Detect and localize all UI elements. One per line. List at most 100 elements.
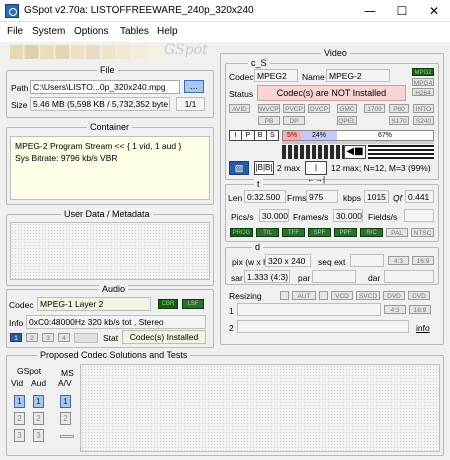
pal-indicator: PAL xyxy=(386,228,408,237)
codec-subgroup-title: c_S xyxy=(248,58,270,68)
b-frame-segment: 24% xyxy=(301,131,337,140)
vid-solution-3[interactable]: 3 xyxy=(14,429,25,442)
sar-label: sar xyxy=(231,273,243,283)
rc-indicator: R/C xyxy=(360,228,383,237)
file-group-title: File xyxy=(97,65,118,75)
resize-svcd-button: SVCD xyxy=(356,291,380,300)
len-label: Len xyxy=(228,193,243,203)
resizing-label: Resizing xyxy=(229,291,262,301)
seq-ext-label: seq ext xyxy=(318,257,346,267)
frames-label: Frames/s xyxy=(293,212,329,222)
resize-aut-button: AUT xyxy=(292,291,316,300)
window-title: GSpot v2.70a: LISTOFFREEWARE_240p_320x24… xyxy=(24,5,254,16)
audio-track-blank xyxy=(74,333,98,343)
frame-distribution-underline xyxy=(282,141,434,144)
tl-indicator: T/L xyxy=(256,228,279,237)
kbps-field: 1015 xyxy=(364,190,389,203)
userdata-area xyxy=(10,222,210,280)
menu-file[interactable]: File xyxy=(7,26,23,37)
logo-strip xyxy=(10,45,164,59)
resize-row-2-field xyxy=(237,320,409,333)
prog-indicator: PROG xyxy=(230,228,253,237)
menu-tables[interactable]: Tables xyxy=(120,26,149,37)
menu-help[interactable]: Help xyxy=(157,26,178,37)
dar-label: dar xyxy=(368,273,381,283)
s170-button: S170 xyxy=(389,116,409,125)
frame-p-label: P xyxy=(242,131,255,140)
audio-stat-label: Stat xyxy=(103,333,119,343)
av-solution-1[interactable]: 1 xyxy=(60,395,71,408)
cbr-indicator: CBR xyxy=(158,299,178,309)
tff-indicator: TFF xyxy=(282,228,305,237)
aud-solution-1[interactable]: 1 xyxy=(33,395,44,408)
menu-system[interactable]: System xyxy=(32,26,65,37)
audio-track-3-button[interactable]: 3 xyxy=(42,333,54,342)
gop-structure: 12 max; N=12, M=3 (99%) xyxy=(331,163,431,173)
gspot-logo: GSpot xyxy=(164,42,208,58)
i-frame-segment: 67% xyxy=(337,131,433,140)
fields-field xyxy=(404,209,434,222)
audio-info-label: Info xyxy=(9,318,24,328)
audio-track-2-button[interactable]: 2 xyxy=(26,333,38,342)
aud-solution-3[interactable]: 3 xyxy=(33,429,44,442)
container-line-2: Sys Bitrate: 9796 kb/s VBR xyxy=(15,153,118,163)
p80-button: P80 xyxy=(389,104,409,113)
pics-label: Pics/s xyxy=(231,212,254,222)
bitrate-graph-right xyxy=(368,145,434,159)
info-link[interactable]: info xyxy=(416,322,430,334)
resize-vcd-button: VCD xyxy=(331,291,353,300)
vid-solution-2[interactable]: 2 xyxy=(14,412,25,425)
dvcp-button: DVCP xyxy=(308,104,330,113)
audio-track-1-button[interactable]: 1 xyxy=(10,333,22,342)
pix-field: 320 x 240 xyxy=(265,254,311,267)
close-button[interactable]: ✕ xyxy=(418,0,450,22)
avid-button: AVID xyxy=(229,104,250,113)
video-name-label: Name xyxy=(302,72,325,82)
video-group-title: Video xyxy=(321,48,350,58)
lsf-indicator: LSF xyxy=(182,299,204,309)
spf-indicator: SPF xyxy=(308,228,331,237)
menu-bar: File System Options Tables Help xyxy=(0,22,450,42)
aud-label: Aud xyxy=(31,378,47,388)
minimize-button[interactable]: — xyxy=(354,0,386,22)
audio-track-4-button[interactable]: 4 xyxy=(58,333,70,342)
vid-label: Vid xyxy=(11,378,24,388)
into-button: INTO xyxy=(413,104,434,113)
audio-stat-field: Codec(s) Installed xyxy=(122,330,206,344)
gop-icon: ▨ xyxy=(229,161,249,175)
vid-solution-1[interactable]: 1 xyxy=(14,395,25,408)
frame-type-legend: I P B S xyxy=(229,130,279,141)
container-line-1: MPEG-2 Program Stream << { 1 vid, 1 aud … xyxy=(15,141,182,151)
video-status-label: Status xyxy=(229,89,254,99)
ntsc-indicator: NTSC xyxy=(411,228,434,237)
mpg4-indicator: MPG4 xyxy=(412,78,434,86)
frame-i-label: I xyxy=(230,131,243,140)
path-field[interactable]: C:\Users\LISTO...0p_320x240.mpg xyxy=(30,80,180,94)
h264-indicator: H264 xyxy=(412,88,434,96)
gspot-label: GSpot xyxy=(17,366,42,376)
av-solution-2[interactable]: 2 xyxy=(60,412,71,425)
title-bar: GSpot v2.70a: LISTOFFREEWARE_240p_320x24… xyxy=(0,0,450,22)
wvcp-button: WVCP xyxy=(258,104,280,113)
pvcp-button: PVCP xyxy=(283,104,305,113)
frames-field: 30.000 xyxy=(333,209,363,222)
frame-b-label: B xyxy=(255,131,267,140)
kbps-label: kbps xyxy=(343,193,361,203)
maximize-button[interactable]: ☐ xyxy=(386,0,418,22)
bitrate-graph-left xyxy=(282,145,344,159)
video-status-field: Codec(s) are NOT Installed xyxy=(257,85,406,101)
browse-button[interactable]: ... xyxy=(184,80,204,93)
dimensions-subgroup-title: d xyxy=(252,242,264,252)
userdata-group-title: User Data / Metadata xyxy=(61,209,153,219)
resize-sep-button xyxy=(319,291,328,300)
aud-solution-2[interactable]: 2 xyxy=(33,412,44,425)
menu-options[interactable]: Options xyxy=(74,26,108,37)
frame-s-label: S xyxy=(270,132,275,139)
dar-field xyxy=(384,270,434,283)
frms-label: Frms xyxy=(287,193,307,203)
audio-info-field: 0xC0:48000Hz 320 kb/s tot , Stereo xyxy=(26,315,206,329)
video-codec-label: Codec xyxy=(229,72,254,82)
container-group-title: Container xyxy=(87,122,133,132)
qf-field: 0.441 xyxy=(405,190,434,203)
fields-label: Fields/s xyxy=(368,212,398,222)
